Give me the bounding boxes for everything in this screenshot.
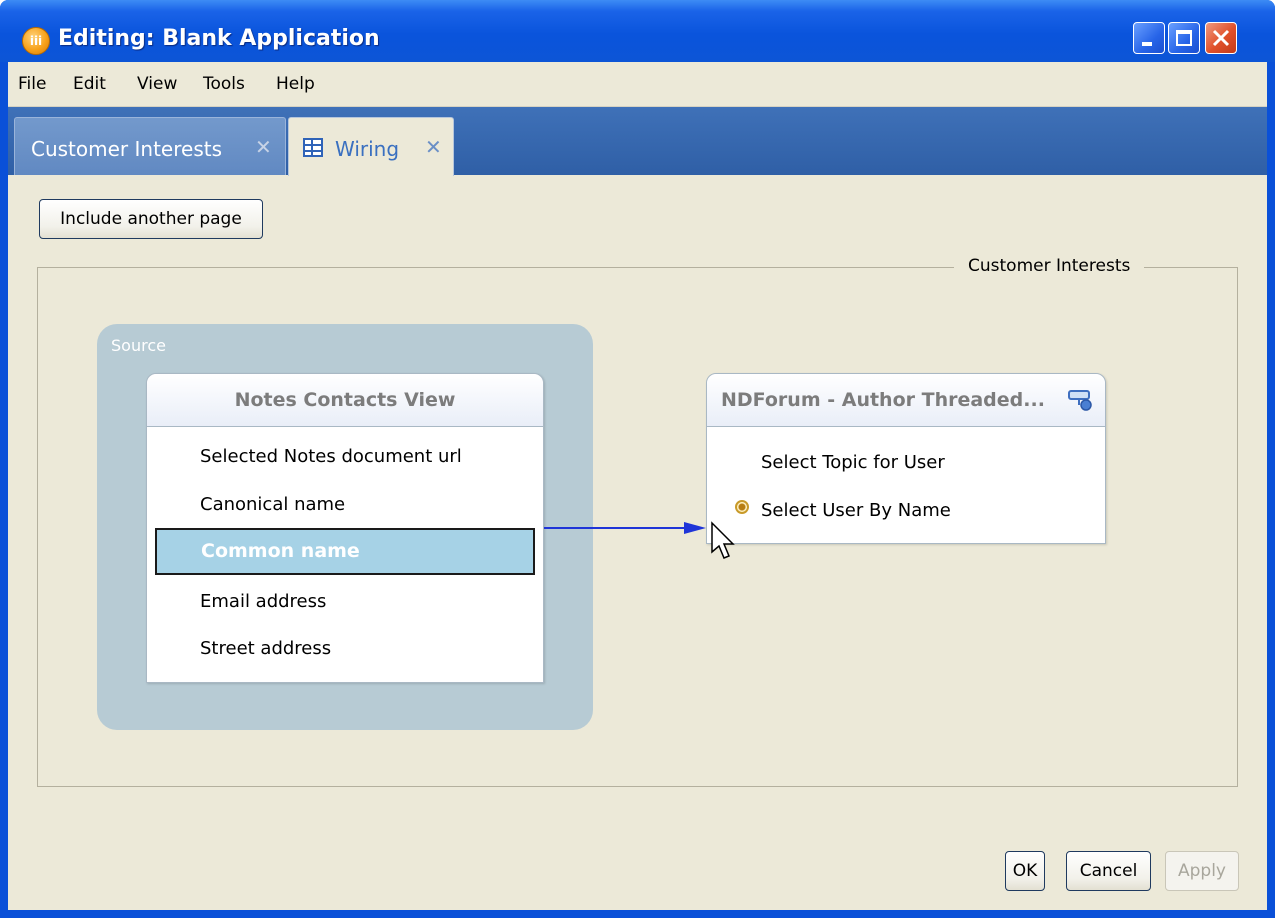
ok-button[interactable]: OK xyxy=(1005,851,1045,891)
source-row-canonical-name[interactable]: Canonical name xyxy=(200,494,345,515)
tab-close-icon[interactable]: ✕ xyxy=(425,135,442,159)
source-label: Source xyxy=(111,336,166,355)
tab-wiring[interactable]: Wiring ✕ xyxy=(288,117,454,176)
title-bar[interactable]: iii Editing: Blank Application xyxy=(0,0,1275,62)
menu-view[interactable]: View xyxy=(137,74,177,94)
menu-bar: File Edit View Tools Help xyxy=(8,62,1267,107)
source-row-street-address[interactable]: Street address xyxy=(200,638,331,659)
app-logo-icon: iii xyxy=(22,27,50,55)
source-row-common-name[interactable]: Common name xyxy=(155,528,535,575)
maximize-button[interactable] xyxy=(1168,22,1200,54)
connection-icon xyxy=(1068,390,1092,411)
tab-label: Wiring xyxy=(335,137,400,161)
client-area: File Edit View Tools Help Customer Inter… xyxy=(8,62,1267,910)
maximize-icon xyxy=(1176,30,1192,46)
source-row-document-url[interactable]: Selected Notes document url xyxy=(200,446,462,467)
source-card-title: Notes Contacts View xyxy=(147,374,543,427)
window-title: Editing: Blank Application xyxy=(58,26,380,51)
close-icon xyxy=(1212,29,1230,47)
source-card[interactable]: Notes Contacts View Selected Notes docum… xyxy=(146,373,544,683)
menu-file[interactable]: File xyxy=(18,74,46,94)
target-card-title: NDForum - Author Threaded... xyxy=(707,374,1105,427)
connected-port-icon xyxy=(735,500,749,514)
menu-edit[interactable]: Edit xyxy=(73,74,106,94)
cancel-button[interactable]: Cancel xyxy=(1066,851,1151,891)
close-window-button[interactable] xyxy=(1205,22,1237,54)
tab-label: Customer Interests xyxy=(31,137,222,161)
source-row-email-address[interactable]: Email address xyxy=(200,591,326,612)
application-window: iii Editing: Blank Application File Edit… xyxy=(0,0,1275,918)
source-row-common-name-label: Common name xyxy=(201,540,360,562)
target-card[interactable]: NDForum - Author Threaded... Select Topi… xyxy=(706,373,1106,544)
menu-tools[interactable]: Tools xyxy=(203,74,245,94)
include-another-page-button[interactable]: Include another page xyxy=(39,199,263,239)
tab-customer-interests[interactable]: Customer Interests ✕ xyxy=(14,117,286,175)
target-row-select-topic[interactable]: Select Topic for User xyxy=(761,452,945,473)
target-row-select-user-by-name[interactable]: Select User By Name xyxy=(761,500,951,521)
group-title: Customer Interests xyxy=(954,256,1145,276)
minimize-button[interactable] xyxy=(1133,22,1165,54)
minimize-icon xyxy=(1142,42,1152,46)
apply-button[interactable]: Apply xyxy=(1165,851,1239,891)
tab-close-icon[interactable]: ✕ xyxy=(255,135,272,159)
tab-strip: Customer Interests ✕ Wiring ✕ xyxy=(8,107,1267,176)
menu-help[interactable]: Help xyxy=(276,74,315,94)
table-icon xyxy=(303,138,323,157)
